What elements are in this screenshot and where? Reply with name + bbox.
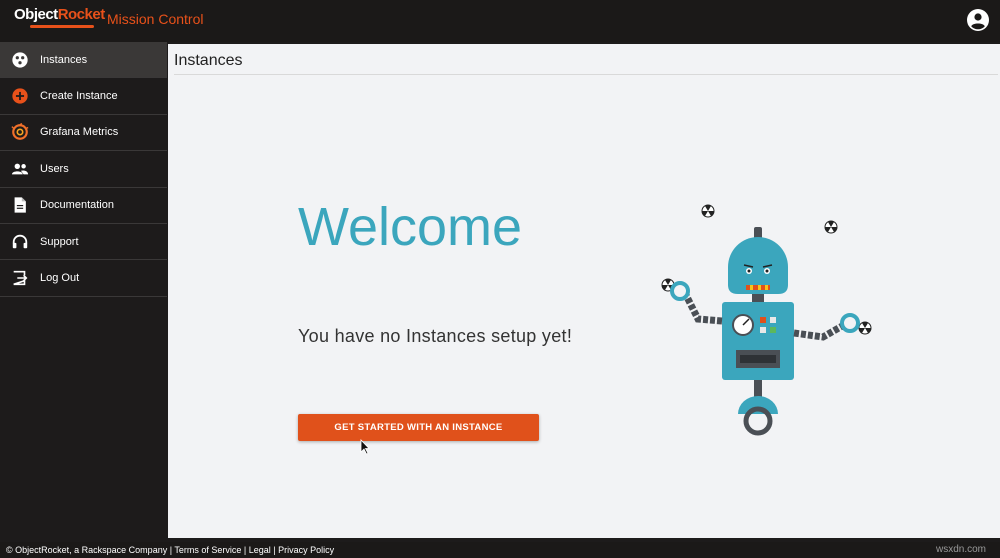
- document-icon: [0, 188, 40, 223]
- robot-illustration: [661, 204, 872, 436]
- app-title: Mission Control: [107, 11, 204, 27]
- get-started-button[interactable]: GET STARTED WITH AN INSTANCE: [298, 414, 539, 441]
- logout-icon: [0, 260, 40, 295]
- footer-links: © ObjectRocket, a Rackspace Company | Te…: [6, 545, 334, 555]
- sidebar-item-instances[interactable]: Instances: [0, 42, 167, 79]
- sidebar-item-label: Instances: [40, 53, 88, 66]
- sidebar-item-grafana-metrics[interactable]: Grafana Metrics: [0, 115, 167, 152]
- sidebar-item-label: Documentation: [40, 199, 114, 212]
- sidebar-item-documentation[interactable]: Documentation: [0, 188, 167, 224]
- account-circle-icon[interactable]: [966, 8, 990, 32]
- sidebar-item-label: Grafana Metrics: [40, 126, 119, 139]
- sidebar-item-log-out[interactable]: Log Out: [0, 260, 167, 297]
- sidebar: Instances Create Instance Grafana Metric…: [0, 42, 167, 542]
- sidebar-item-users[interactable]: Users: [0, 151, 167, 188]
- welcome-heading: Welcome: [298, 197, 523, 257]
- sidebar-item-label: Support: [40, 235, 79, 248]
- instances-icon: [0, 42, 40, 77]
- title-divider: [174, 74, 998, 75]
- sidebar-item-support[interactable]: Support: [0, 224, 167, 261]
- logo-swoosh: [30, 25, 94, 28]
- privacy-policy-link[interactable]: Privacy Policy: [278, 545, 334, 555]
- sidebar-item-label: Users: [40, 162, 69, 175]
- add-circle-icon: [0, 78, 40, 113]
- page-title: Instances: [174, 52, 243, 69]
- logo-text-object: Object: [14, 6, 58, 23]
- main-content: Instances Welcome You have no Instances …: [168, 44, 1000, 538]
- legal-link[interactable]: Legal: [249, 545, 271, 555]
- footer: © ObjectRocket, a Rackspace Company | Te…: [0, 542, 1000, 558]
- radiation-ball-icon: [824, 220, 838, 234]
- radiation-ball-icon: [701, 204, 715, 218]
- grafana-icon: [0, 115, 40, 150]
- terms-of-service-link[interactable]: Terms of Service: [174, 545, 241, 555]
- watermark: wsxdn.com: [935, 544, 986, 555]
- sidebar-item-label: Log Out: [40, 272, 80, 285]
- radiation-ball-icon: [858, 321, 872, 335]
- top-bar: ObjectRocket Mission Control: [0, 0, 1000, 42]
- logo-text-rocket: Rocket: [57, 6, 106, 23]
- footer-separator: |: [241, 545, 249, 555]
- mouse-cursor-icon: [360, 439, 370, 455]
- sidebar-item-label: Create Instance: [40, 90, 118, 103]
- empty-state-message: You have no Instances setup yet!: [298, 326, 573, 346]
- headset-icon: [0, 224, 40, 259]
- footer-company: © ObjectRocket, a Rackspace Company: [6, 545, 168, 555]
- objectrocket-logo[interactable]: ObjectRocket: [14, 6, 105, 23]
- sidebar-item-create-instance[interactable]: Create Instance: [0, 78, 167, 115]
- users-icon: [0, 151, 40, 186]
